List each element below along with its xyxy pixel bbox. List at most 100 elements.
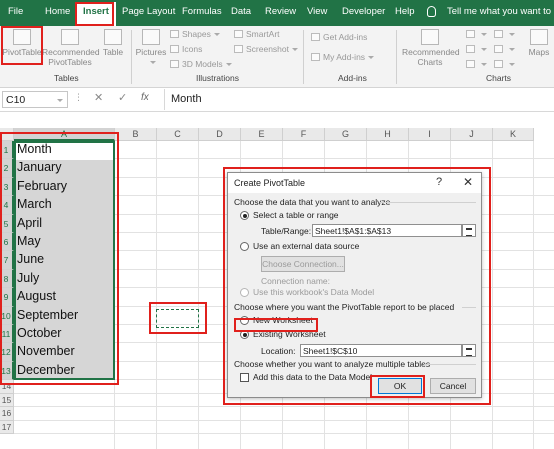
get-add-ins-button[interactable]: Get Add-ins <box>311 32 367 42</box>
cell-a7[interactable]: June <box>17 252 44 266</box>
row-header[interactable]: 2 <box>0 159 14 178</box>
shapes-icon <box>170 30 179 38</box>
row-header[interactable]: 17 <box>0 420 14 435</box>
screenshot-button[interactable]: Screenshot <box>234 44 298 54</box>
row-header[interactable]: 4 <box>0 196 14 215</box>
column-header[interactable]: E <box>241 128 283 141</box>
row-header[interactable]: 9 <box>0 288 14 307</box>
column-header[interactable]: K <box>493 128 534 141</box>
column-header[interactable]: I <box>409 128 451 141</box>
tab-page-layout[interactable]: Page Layout <box>122 6 175 17</box>
cell-a4[interactable]: March <box>17 197 52 211</box>
column-header[interactable]: G <box>325 128 367 141</box>
name-box[interactable]: C10 <box>2 91 68 108</box>
collapse-location-icon[interactable] <box>462 344 476 357</box>
insert-function-icon[interactable]: fx <box>141 92 149 103</box>
row-header[interactable]: 13 <box>0 361 14 381</box>
tab-view[interactable]: View <box>307 6 327 17</box>
row-header[interactable]: 10 <box>0 306 14 325</box>
cell-a6[interactable]: May <box>17 234 41 248</box>
enter-icon[interactable]: ✓ <box>118 91 127 104</box>
row-header[interactable]: 12 <box>0 343 14 362</box>
column-header[interactable]: J <box>451 128 493 141</box>
row-header[interactable]: 15 <box>0 393 14 408</box>
cell-a11[interactable]: October <box>17 326 61 340</box>
collapse-range-icon[interactable] <box>462 224 476 237</box>
cell-a2[interactable]: January <box>17 160 61 174</box>
cell-a3[interactable]: February <box>17 179 67 193</box>
shapes-label: Shapes <box>182 29 211 39</box>
tab-formulas[interactable]: Formulas <box>182 6 222 17</box>
row-header[interactable]: 14 <box>0 380 14 394</box>
store-icon <box>311 33 320 41</box>
chevron-down-icon <box>509 33 515 36</box>
recommended-charts-button[interactable]: Recommended Charts <box>402 29 460 67</box>
pie-chart-button[interactable] <box>466 59 487 69</box>
column-header[interactable]: B <box>115 128 157 141</box>
help-icon[interactable]: ? <box>436 176 442 188</box>
column-chart-button[interactable] <box>466 29 487 39</box>
add-to-data-model-checkbox[interactable] <box>240 373 249 382</box>
row-header[interactable]: 3 <box>0 177 14 197</box>
pictures-button[interactable]: Pictures <box>134 29 168 67</box>
cell-a10[interactable]: September <box>17 308 78 322</box>
column-header[interactable]: F <box>283 128 325 141</box>
cell-a8[interactable]: July <box>17 271 39 285</box>
choose-connection-button[interactable]: Choose Connection... <box>261 256 345 272</box>
row-header[interactable]: 16 <box>0 407 14 421</box>
row-header[interactable]: 5 <box>0 214 14 233</box>
shapes-button[interactable]: Shapes <box>170 29 220 39</box>
statistic-chart-button[interactable] <box>494 44 515 54</box>
pivottable-button[interactable]: PivotTable <box>2 29 42 57</box>
section-divider <box>380 202 476 203</box>
formula-input[interactable]: Month <box>164 89 554 110</box>
radio-data-model[interactable] <box>240 288 249 297</box>
row-header[interactable]: 8 <box>0 269 14 289</box>
maps-button[interactable]: Maps <box>524 29 554 57</box>
cell-a5[interactable]: April <box>17 216 42 230</box>
my-add-ins-button[interactable]: My Add-ins <box>311 52 375 62</box>
row-header[interactable]: 11 <box>0 325 14 344</box>
column-header[interactable]: C <box>157 128 199 141</box>
tab-review[interactable]: Review <box>265 6 296 17</box>
radio-existing-worksheet[interactable] <box>240 330 249 339</box>
cell-a1[interactable]: Month <box>17 142 52 156</box>
radio-external-source[interactable] <box>240 242 249 251</box>
icons-button[interactable]: Icons <box>170 44 202 54</box>
column-header[interactable]: D <box>199 128 241 141</box>
tab-file[interactable]: File <box>8 6 23 17</box>
group-label-tables: Tables <box>54 73 79 83</box>
location-input[interactable]: Sheet1!$C$10 <box>300 344 462 357</box>
radio-new-worksheet[interactable] <box>240 316 249 325</box>
tab-insert[interactable]: Insert <box>76 2 116 26</box>
line-chart-button[interactable] <box>466 44 487 54</box>
cell-a13[interactable]: December <box>17 363 75 377</box>
tab-help[interactable]: Help <box>395 6 415 17</box>
table-range-input[interactable]: Sheet1!$A$1:$A$13 <box>312 224 462 237</box>
row-header[interactable]: 1 <box>0 141 14 160</box>
row-header[interactable]: 7 <box>0 251 14 270</box>
smartart-button[interactable]: SmartArt <box>234 29 280 39</box>
close-icon[interactable]: ✕ <box>463 175 473 189</box>
column-header[interactable]: H <box>367 128 409 141</box>
ok-button[interactable]: OK <box>378 378 422 394</box>
cell-a9[interactable]: August <box>17 289 56 303</box>
radio-select-table[interactable] <box>240 211 249 220</box>
tab-home[interactable]: Home <box>45 6 70 17</box>
bar-chart-button[interactable] <box>494 29 515 39</box>
column-header[interactable]: A <box>14 128 115 141</box>
cancel-icon[interactable]: ✕ <box>94 91 103 104</box>
cell-a12[interactable]: November <box>17 344 75 358</box>
3d-models-button[interactable]: 3D Models <box>170 59 232 69</box>
select-all-corner[interactable] <box>0 128 14 141</box>
my-add-ins-icon <box>311 53 320 61</box>
tell-me-search[interactable]: Tell me what you want to do <box>427 6 554 17</box>
tab-developer[interactable]: Developer <box>342 6 385 17</box>
row-header[interactable]: 6 <box>0 233 14 252</box>
scatter-chart-button[interactable] <box>494 59 515 69</box>
recommended-pivottables-button[interactable]: Recommended PivotTables <box>42 29 100 67</box>
cancel-button[interactable]: Cancel <box>430 378 476 394</box>
table-button[interactable]: Table <box>100 29 126 57</box>
gridline-vertical <box>492 141 493 449</box>
tab-data[interactable]: Data <box>231 6 251 17</box>
